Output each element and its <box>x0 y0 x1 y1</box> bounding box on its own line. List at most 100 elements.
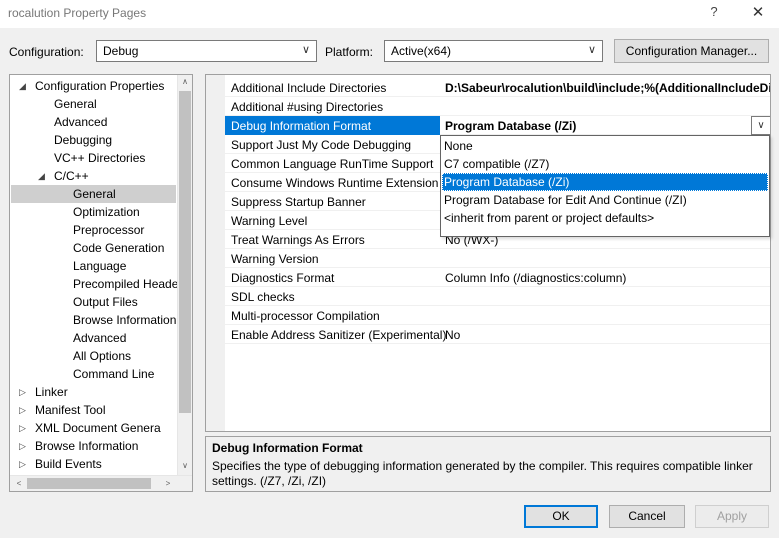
scroll-up-icon[interactable]: ∧ <box>178 77 192 86</box>
tree-vertical-scroll-thumb[interactable] <box>179 91 191 413</box>
tree-item[interactable]: VC++ Directories <box>10 149 176 167</box>
tree-item-label: C/C++ <box>54 169 89 183</box>
tree-item-label: Output Files <box>73 295 138 309</box>
tree-item-label: General <box>54 97 97 111</box>
collapse-icon[interactable]: ◢ <box>38 167 45 185</box>
tree-item[interactable]: Preprocessor <box>10 221 176 239</box>
scroll-left-icon[interactable]: < <box>12 479 26 488</box>
property-name: SDL checks <box>231 290 295 304</box>
tree-item-label: Browse Information <box>35 439 139 453</box>
configuration-manager-button[interactable]: Configuration Manager... <box>614 39 769 63</box>
description-text: Specifies the type of debugging informat… <box>212 459 753 488</box>
tree-item-label: Debugging <box>54 133 113 147</box>
property-row[interactable]: Enable Address Sanitizer (Experimental) N… <box>225 325 770 344</box>
close-icon: ✕ <box>751 4 765 21</box>
property-value: Column Info (/diagnostics:column) <box>445 271 627 285</box>
description-title: Debug Information Format <box>212 441 363 455</box>
property-value: Program Database (/Zi) <box>445 119 577 133</box>
expand-icon[interactable]: ▷ <box>19 419 26 437</box>
grid-gutter <box>206 75 225 431</box>
tree-item[interactable]: ▷ Linker <box>10 383 176 401</box>
property-name: Consume Windows Runtime Extension <box>231 176 439 190</box>
tree-item-label: Advanced <box>54 115 108 129</box>
help-button[interactable]: ? <box>704 4 724 22</box>
tree-item[interactable]: General <box>11 185 176 203</box>
tree-item-label: Build Events <box>35 457 102 471</box>
property-row[interactable]: Diagnostics Format Column Info (/diagnost… <box>225 268 770 287</box>
tree-item[interactable]: Debugging <box>10 131 176 149</box>
dropdown-option[interactable]: Program Database for Edit And Continue (… <box>442 191 768 209</box>
scroll-down-icon[interactable]: ∨ <box>178 461 192 470</box>
tree-item[interactable]: Advanced <box>10 329 176 347</box>
property-name: Multi-processor Compilation <box>231 309 380 323</box>
debug-format-dropdown-list[interactable]: None C7 compatible (/Z7) Program Database … <box>440 135 770 237</box>
expand-icon[interactable]: ▷ <box>19 437 26 455</box>
ok-button[interactable]: OK <box>524 505 598 528</box>
tree-item-label: XML Document Genera <box>35 421 161 435</box>
tree-item[interactable]: ◢ C/C++ <box>10 167 176 185</box>
property-name: Suppress Startup Banner <box>231 195 366 209</box>
category-tree[interactable]: ◢ Configuration Properties General Advanced… <box>9 74 193 492</box>
tree-item-label: Command Line <box>73 367 155 381</box>
expand-icon[interactable]: ▷ <box>19 383 26 401</box>
dropdown-option[interactable]: Program Database (/Zi) <box>442 173 768 191</box>
property-name: Additional Include Directories <box>231 81 387 95</box>
property-name: Treat Warnings As Errors <box>231 233 365 247</box>
property-grid[interactable]: Additional Include Directories D:\Sabeur\… <box>205 74 771 432</box>
dropdown-option[interactable]: <inherit from parent or project defaults… <box>442 209 768 227</box>
tree-item[interactable]: Optimization <box>10 203 176 221</box>
tree-item[interactable]: Output Files <box>10 293 176 311</box>
scroll-right-icon[interactable]: > <box>161 479 175 488</box>
configuration-value: Debug <box>103 44 139 58</box>
property-name: Common Language RunTime Support <box>231 157 434 171</box>
close-button[interactable]: ✕ <box>748 3 768 23</box>
collapse-icon[interactable]: ◢ <box>19 77 26 95</box>
tree-item[interactable]: Command Line <box>10 365 176 383</box>
chevron-down-icon: ∨ <box>301 44 310 56</box>
property-row[interactable]: Debug Information Format Program Database… <box>225 116 770 135</box>
platform-value: Active(x64) <box>391 44 452 58</box>
tree-item-label: VC++ Directories <box>54 151 146 165</box>
tree-item-label: Code Generation <box>73 241 165 255</box>
property-name: Warning Level <box>231 214 308 228</box>
tree-item[interactable]: Advanced <box>10 113 176 131</box>
expand-icon[interactable]: ▷ <box>19 401 26 419</box>
tree-item-label: Precompiled Heade <box>73 277 179 291</box>
dropdown-option[interactable]: C7 compatible (/Z7) <box>442 155 768 173</box>
property-row[interactable]: Warning Version <box>225 249 770 268</box>
tree-item-label: Browse Information <box>73 313 177 327</box>
help-icon: ? <box>710 4 718 19</box>
property-value: D:\Sabeur\rocalution\build\include;%(Add… <box>445 81 771 95</box>
dropdown-option[interactable]: None <box>442 137 768 155</box>
property-name: Diagnostics Format <box>231 271 335 285</box>
tree-item[interactable]: Code Generation <box>10 239 176 257</box>
tree-item[interactable]: Language <box>10 257 176 275</box>
tree-item[interactable]: ▷ Manifest Tool <box>10 401 176 419</box>
cancel-button[interactable]: Cancel <box>609 505 685 528</box>
tree-item[interactable]: Browse Information <box>10 311 176 329</box>
property-row[interactable]: SDL checks <box>225 287 770 306</box>
platform-combo[interactable]: Active(x64) ∨ <box>384 40 603 62</box>
description-panel: Debug Information Format Specifies the t… <box>205 436 771 492</box>
tree-horizontal-scroll-thumb[interactable] <box>27 478 151 489</box>
tree-item[interactable]: General <box>10 95 176 113</box>
configuration-combo[interactable]: Debug ∨ <box>96 40 317 62</box>
apply-button[interactable]: Apply <box>695 505 769 528</box>
property-name: Enable Address Sanitizer (Experimental) <box>231 328 447 342</box>
property-name: Debug Information Format <box>231 119 372 133</box>
tree-item[interactable]: ▷ Build Events <box>10 455 176 473</box>
dropdown-button[interactable]: ∨ <box>751 116 770 135</box>
tree-item[interactable]: All Options <box>10 347 176 365</box>
tree-item[interactable]: Precompiled Heade <box>10 275 179 293</box>
property-row[interactable]: Additional Include Directories D:\Sabeur\… <box>225 78 771 97</box>
tree-item-label: Preprocessor <box>73 223 145 237</box>
tree-item[interactable]: ▷ XML Document Genera <box>10 419 176 437</box>
tree-item[interactable]: ▷ Browse Information <box>10 437 176 455</box>
tree-item-label: Manifest Tool <box>35 403 106 417</box>
chevron-down-icon: ∨ <box>757 120 765 131</box>
tree-item[interactable]: ◢ Configuration Properties <box>10 77 176 95</box>
tree-item-label: Configuration Properties <box>35 79 165 93</box>
property-row[interactable]: Multi-processor Compilation <box>225 306 770 325</box>
expand-icon[interactable]: ▷ <box>19 455 26 473</box>
property-row[interactable]: Additional #using Directories <box>225 97 770 116</box>
